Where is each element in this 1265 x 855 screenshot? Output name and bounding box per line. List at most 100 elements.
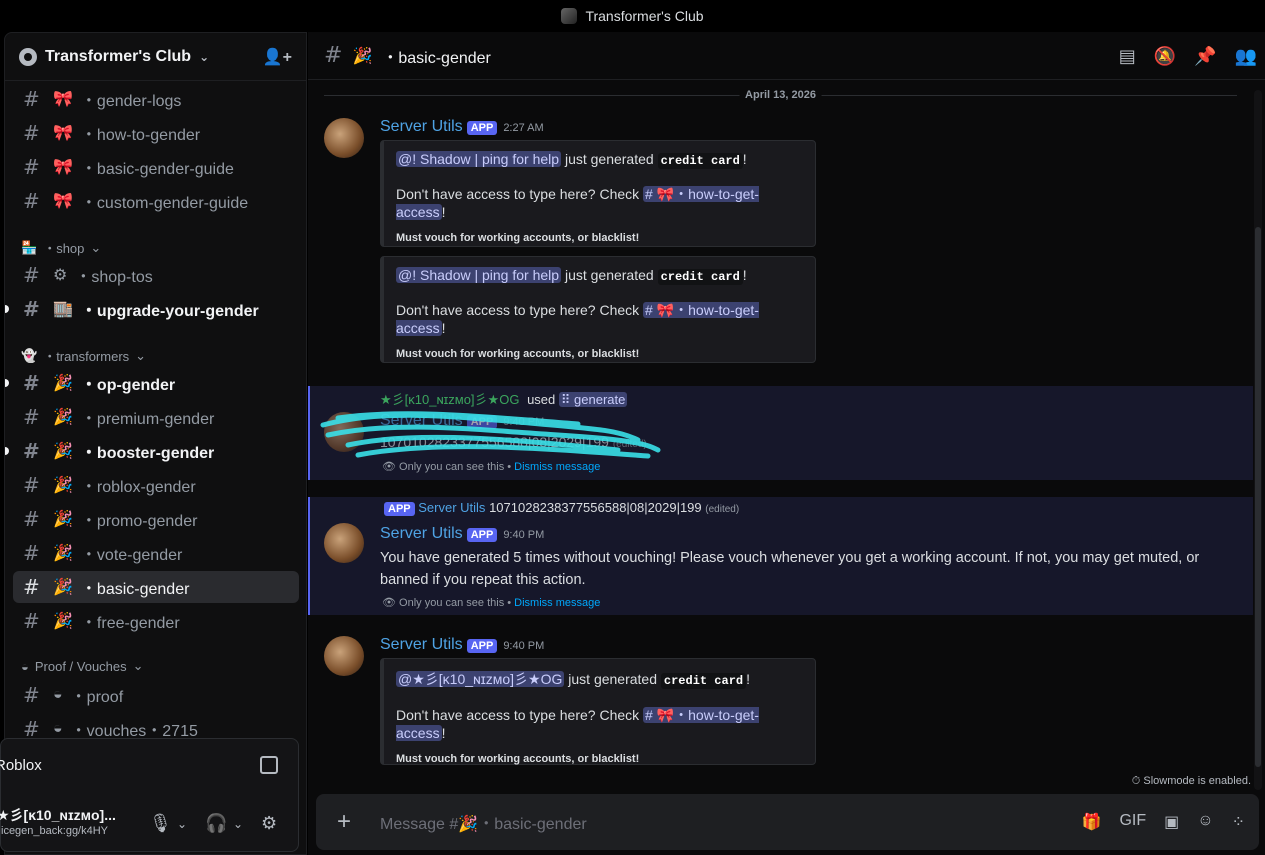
user-panel: Roblox ★彡[ĸ10_ɴɪᴢᴍᴏ]... icegen_back:gg/k…	[0, 738, 299, 852]
server-header[interactable]: Transformer's Club ⌄ 👤+	[5, 33, 306, 81]
date-divider: April 13, 2026	[324, 89, 1237, 101]
username[interactable]: ★彡[ĸ10_ɴɪᴢᴍᴏ]...	[0, 805, 116, 825]
chevron-down-icon[interactable]: ⌄	[177, 817, 187, 831]
ephemeral-note: 👁 Only you can see this • Dismiss messag…	[382, 596, 600, 609]
channel-free-gender[interactable]: # 🎉 ・free-gender	[13, 605, 299, 637]
message-composer: + Message #🎉・basic-gender 🎁 GIF ▣ ☺ ⁘	[316, 794, 1259, 850]
embed-text: !	[742, 267, 747, 283]
avatar[interactable]	[324, 523, 364, 563]
message-timestamp: 2:27 AM	[503, 122, 544, 134]
category-transformers[interactable]: 👻 ・transformers ⌄	[21, 346, 146, 365]
channel-label: ・booster-gender	[80, 445, 215, 462]
apps-icon[interactable]: ⁘	[1232, 812, 1245, 832]
reply-context: ★彡[ĸ10_ɴɪᴢᴍᴏ]彡★OG used ⠿ generate	[380, 389, 628, 408]
used-label: used	[527, 392, 556, 407]
embed-text: !	[441, 204, 446, 220]
gift-icon[interactable]: 🎁	[1082, 812, 1102, 832]
channel-booster-gender[interactable]: # 🎉 ・booster-gender	[5, 435, 299, 467]
window-title: Transformer's Club	[585, 8, 704, 24]
invite-people-icon[interactable]: 👤+	[263, 47, 292, 67]
message-text: You have generated 5 times without vouch…	[380, 550, 1200, 588]
channel-emoji: 🎉	[53, 511, 73, 528]
channel-premium-gender[interactable]: # 🎉 ・premium-gender	[13, 401, 299, 433]
message-author[interactable]: Server Utils	[380, 525, 463, 542]
add-attachment-icon[interactable]: +	[316, 808, 372, 836]
chevron-down-icon[interactable]: ⌄	[233, 817, 243, 831]
embed-warning: Must vouch for working accounts, or blac…	[396, 348, 640, 360]
code-inline: credit card	[657, 153, 743, 169]
channel-emoji: 🎉	[53, 477, 73, 494]
app-badge: APP	[466, 121, 498, 135]
reply-username[interactable]: Server Utils	[418, 500, 485, 515]
embed-text: Don't have access to type here? Check	[396, 707, 644, 723]
gif-icon[interactable]: GIF	[1119, 812, 1146, 832]
eye-icon: 👁	[382, 461, 396, 473]
message-author[interactable]: Server Utils	[380, 118, 463, 135]
microphone-icon[interactable]: 🎙	[149, 813, 172, 834]
hash-icon: #	[23, 609, 40, 633]
channel-label: ・basic-gender	[80, 581, 190, 598]
chevron-down-icon: ⌄	[132, 658, 144, 673]
channel-emoji: 🎀	[53, 193, 73, 210]
reply-preview[interactable]: 1071028238377556588|08|2029|199	[489, 500, 702, 515]
reply-username[interactable]: ★彡[ĸ10_ɴɪᴢᴍᴏ]彡★OG	[380, 392, 519, 407]
threads-icon[interactable]: ▤	[1119, 46, 1136, 67]
user-mention[interactable]: @! Shadow | ping for help	[396, 151, 562, 167]
channel-emoji: 🎉	[352, 47, 373, 65]
message-input[interactable]: Message #🎉・basic-gender	[380, 810, 587, 834]
avatar[interactable]	[324, 118, 364, 158]
channel-gender-logs[interactable]: # 🎀 ・gender-logs	[13, 83, 299, 115]
user-mention[interactable]: @★彡[ĸ10_ɴɪᴢᴍᴏ]彡★OG	[396, 671, 565, 687]
slash-command[interactable]: ⠿ generate	[558, 392, 628, 407]
command-icon: ⠿	[560, 392, 571, 407]
channel-label: ・custom-gender-guide	[80, 195, 249, 212]
channel-op-gender[interactable]: # 🎉 ・op-gender	[5, 367, 299, 399]
channel-emoji: 🎉	[53, 545, 73, 562]
bowl-icon: ◒	[21, 658, 29, 674]
channel-shop-tos[interactable]: # ⚙ ・shop-tos	[13, 259, 299, 291]
channel-vote-gender[interactable]: # 🎉 ・vote-gender	[13, 537, 299, 569]
notification-mute-icon[interactable]: 🔕	[1154, 46, 1176, 67]
gear-icon[interactable]: ⚙	[261, 813, 277, 834]
avatar[interactable]	[324, 636, 364, 676]
code-inline: credit card	[660, 673, 747, 689]
channel-upgrade-your-gender[interactable]: # 🏬 ・upgrade-your-gender	[5, 293, 299, 325]
category-shop[interactable]: 🏪 ・shop ⌄	[21, 238, 101, 257]
dismiss-link[interactable]: Dismiss message	[514, 461, 600, 473]
message-author[interactable]: Server Utils	[380, 636, 463, 653]
dismiss-link[interactable]: Dismiss message	[514, 597, 600, 609]
channel-label: ・proof	[70, 689, 124, 706]
headphones-icon[interactable]: 🎧	[205, 813, 227, 834]
category-proof[interactable]: ◒ Proof / Vouches ⌄	[21, 658, 144, 674]
channel-custom-gender-guide[interactable]: # 🎀 ・custom-gender-guide	[13, 185, 299, 217]
screen-share-icon[interactable]	[260, 756, 278, 774]
channel-label: ・shop-tos	[75, 269, 153, 286]
channel-promo-gender[interactable]: # 🎉 ・promo-gender	[13, 503, 299, 535]
emoji-icon[interactable]: ☺	[1197, 812, 1213, 832]
channel-emoji: 🎉	[53, 579, 73, 596]
channel-emoji: 🎀	[53, 91, 73, 108]
bowl-icon: ◒	[53, 720, 63, 737]
channel-basic-gender[interactable]: # 🎉 ・basic-gender	[13, 571, 299, 603]
channel-emoji: 🎉	[53, 409, 73, 426]
member-list-icon[interactable]: 👥	[1235, 46, 1257, 67]
scrollbar-thumb[interactable]	[1255, 227, 1261, 767]
channel-roblox-gender[interactable]: # 🎉 ・roblox-gender	[13, 469, 299, 501]
embed-text: Don't have access to type here? Check	[396, 186, 644, 202]
command-name: generate	[574, 392, 626, 407]
channel-how-to-gender[interactable]: # 🎀 ・how-to-gender	[13, 117, 299, 149]
sticker-icon[interactable]: ▣	[1164, 812, 1179, 832]
channel-proof[interactable]: # ◒ ・proof	[13, 679, 299, 711]
user-mention[interactable]: @! Shadow | ping for help	[396, 267, 562, 283]
embed-warning: Must vouch for working accounts, or blac…	[396, 753, 640, 765]
hash-icon: #	[23, 473, 40, 497]
ephemeral-note: 👁 Only you can see this • Dismiss messag…	[382, 460, 600, 473]
hash-icon: #	[23, 575, 40, 599]
composer-toolbar: 🎁 GIF ▣ ☺ ⁘	[1082, 812, 1259, 832]
channel-sidebar: Transformer's Club ⌄ 👤+ # 🎀 ・gender-logs #…	[4, 32, 307, 855]
channel-title: ・basic-gender	[382, 49, 491, 67]
channel-basic-gender-guide[interactable]: # 🎀 ・basic-gender-guide	[13, 151, 299, 183]
app-badge: APP	[466, 639, 498, 653]
ephemeral-label: Only you can see this •	[399, 461, 515, 473]
pin-icon[interactable]: 📌	[1194, 46, 1216, 67]
